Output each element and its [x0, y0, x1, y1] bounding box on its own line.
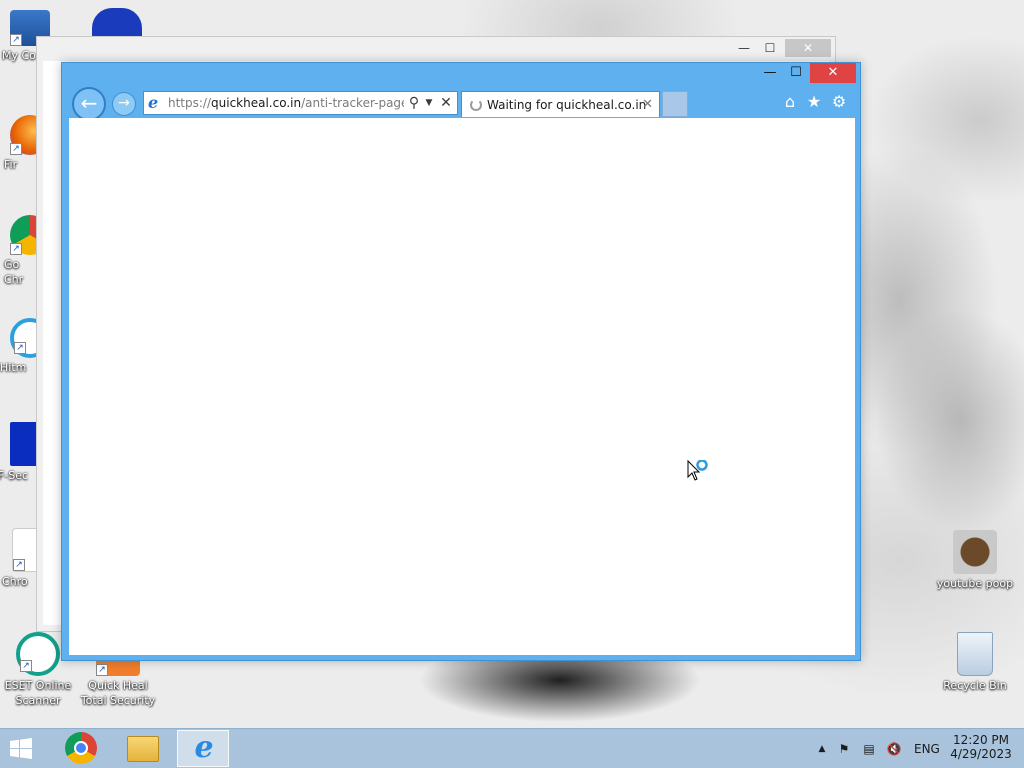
- taskbar-internet-explorer[interactable]: e: [177, 730, 229, 767]
- malwarebytes-icon[interactable]: [92, 8, 142, 38]
- start-button[interactable]: [6, 735, 42, 763]
- shortcut-arrow-icon: ↗: [14, 342, 26, 354]
- windows-logo-icon: [10, 738, 32, 759]
- shortcut-arrow-icon: ↗: [10, 243, 22, 255]
- tab-close-icon[interactable]: ✕: [642, 92, 653, 118]
- close-button[interactable]: ✕: [810, 63, 856, 83]
- maximize-button[interactable]: ☐: [757, 39, 783, 57]
- youtube-icon: [953, 530, 997, 574]
- back-button[interactable]: ←: [72, 87, 106, 121]
- maximize-button[interactable]: ☐: [783, 63, 809, 83]
- close-icon[interactable]: ✕: [438, 92, 454, 114]
- ie-window[interactable]: — ☐ ✕ ← → e https://quickheal.co.in/anti…: [61, 62, 861, 661]
- star-icon[interactable]: ★: [804, 91, 824, 113]
- clock[interactable]: 12:20 PM 4/29/2023: [948, 733, 1014, 761]
- taskbar-chrome[interactable]: [55, 730, 107, 767]
- taskbar: e ▲ ⚑ ▤ 🔇 ENG 12:20 PM 4/29/2023: [0, 728, 1024, 768]
- taskbar-file-explorer[interactable]: [117, 730, 169, 767]
- action-center-flag-icon[interactable]: ⚑: [836, 741, 852, 757]
- shortcut-arrow-icon: ↗: [13, 559, 25, 571]
- ie-icon: e: [194, 730, 214, 765]
- folder-icon: [127, 736, 159, 762]
- gear-icon[interactable]: ⚙: [829, 91, 849, 113]
- shortcut-arrow-icon: ↗: [96, 664, 108, 676]
- language-indicator[interactable]: ENG: [914, 742, 940, 756]
- address-bar[interactable]: e https://quickheal.co.in/anti-tracker-p…: [143, 91, 458, 115]
- url-path: /anti-tracker-page.htm: [301, 96, 404, 110]
- navigation-bar: ← → e https://quickheal.co.in/anti-track…: [70, 87, 854, 121]
- page-content[interactable]: [69, 118, 855, 655]
- shortcut-arrow-icon: ↗: [10, 34, 22, 46]
- clock-time: 12:20 PM: [953, 733, 1009, 747]
- show-hidden-icons-icon[interactable]: ▲: [814, 741, 830, 757]
- back-arrow-icon: ←: [80, 91, 98, 115]
- loading-spinner-icon: [470, 99, 482, 111]
- recycle-bin-icon: [957, 632, 993, 676]
- clock-date: 4/29/2023: [950, 747, 1012, 761]
- background-window-titlebar[interactable]: — ☐ ✕: [37, 37, 835, 61]
- ie-page-icon: e: [148, 93, 159, 112]
- url-text[interactable]: https://quickheal.co.in/anti-tracker-pag…: [168, 92, 404, 114]
- desktop-icon-recycle-bin[interactable]: Recycle Bin: [935, 632, 1015, 693]
- volume-muted-icon[interactable]: 🔇: [886, 741, 902, 757]
- tab-quickheal[interactable]: Waiting for quickheal.co.in ✕: [461, 91, 660, 117]
- shortcut-arrow-icon: ↗: [10, 143, 22, 155]
- desktop-icon-label: Go Chr: [4, 258, 24, 286]
- url-prefix: https://: [168, 96, 212, 110]
- home-icon[interactable]: ⌂: [780, 91, 800, 113]
- minimize-button[interactable]: —: [731, 39, 757, 57]
- shortcut-arrow-icon: ↗: [20, 660, 32, 672]
- desktop-icon-label: ESET Online Scanner: [4, 679, 72, 707]
- desktop-icon-label: Recycle Bin: [943, 679, 1007, 692]
- forward-button[interactable]: →: [112, 92, 136, 116]
- busy-cursor-icon: [687, 460, 708, 481]
- desktop-icon-label: Quick Heal Total Security: [80, 679, 156, 707]
- eset-icon: ↗: [16, 632, 60, 676]
- network-icon[interactable]: ▤: [861, 741, 877, 757]
- tab-title: Waiting for quickheal.co.in: [487, 98, 647, 112]
- new-tab-button[interactable]: [662, 91, 688, 117]
- search-icon[interactable]: ⚲: [406, 92, 422, 114]
- chrome-icon: [65, 732, 97, 764]
- minimize-button[interactable]: —: [757, 63, 783, 83]
- close-button[interactable]: ✕: [785, 39, 831, 57]
- desktop-icon-youtube-poop[interactable]: youtube poop: [935, 530, 1015, 591]
- forward-arrow-icon: →: [118, 95, 130, 111]
- url-host: quickheal.co.in: [211, 96, 302, 110]
- dropdown-icon[interactable]: ▼: [423, 92, 435, 114]
- desktop-icon-label: youtube poop: [936, 577, 1014, 590]
